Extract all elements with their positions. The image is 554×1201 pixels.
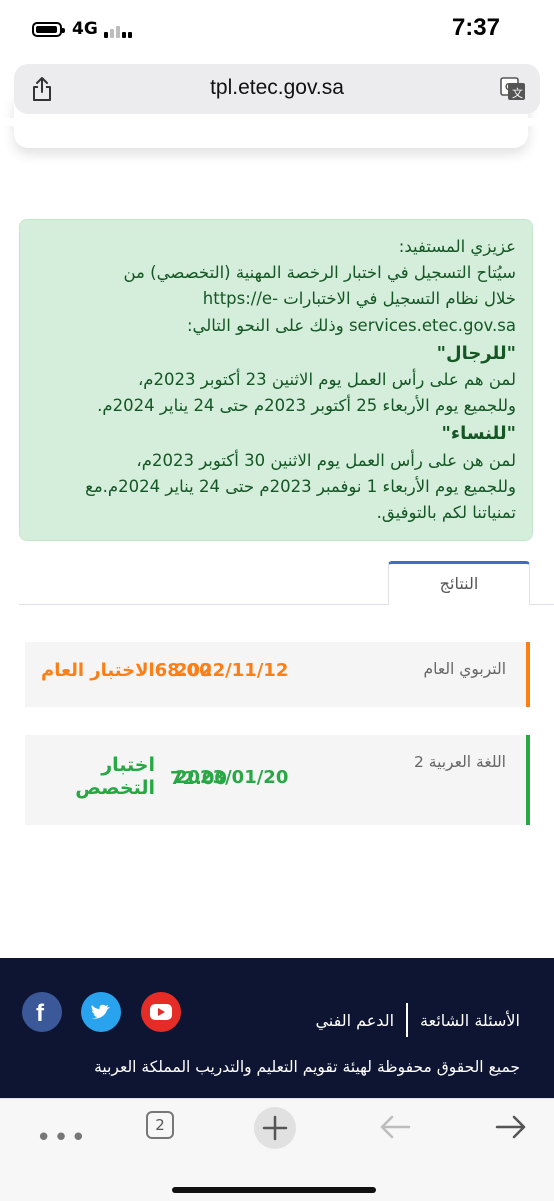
notice-text: services.etec.gov.sa وذلك على النحو التا… xyxy=(186,315,516,335)
result-score-value: 72.00 xyxy=(170,768,227,789)
tab-results[interactable]: النتائج xyxy=(388,561,530,605)
svg-text:f: f xyxy=(36,1000,45,1027)
notice-text: وللجميع يوم الأربعاء 1 نوفمبر 2023م حتى … xyxy=(85,476,516,496)
notice-greeting: عزيزي المستفيد: xyxy=(398,237,516,256)
result-subject: التربوي العام xyxy=(423,660,506,678)
home-indicator[interactable] xyxy=(172,1187,376,1193)
signal-icon xyxy=(104,22,134,38)
footer-links: الأسئلة الشائعة الدعم الفني xyxy=(315,1003,520,1037)
svg-text:文: 文 xyxy=(512,86,523,100)
notice-text: تمنياتنا لكم بالتوفيق. xyxy=(376,503,516,523)
browser-toolbar: ••• 2 xyxy=(0,1098,554,1201)
result-score: 68.00الاختبار العام xyxy=(41,660,212,681)
more-icon[interactable]: ••• xyxy=(36,1123,88,1153)
result-score-value: 68.00 xyxy=(154,660,212,681)
status-bar: 4G 7:37 xyxy=(0,0,554,62)
forward-icon[interactable] xyxy=(494,1113,528,1141)
registration-notice: عزيزي المستفيد: سيُتاح التسجيل في اختبار… xyxy=(19,219,533,541)
result-row[interactable]: اللغة العربية 2 2023/01/20 اختبار التخصص… xyxy=(25,735,530,825)
support-link[interactable]: الدعم الفني xyxy=(315,1011,394,1030)
share-icon[interactable] xyxy=(30,76,54,102)
notice-women-heading: "للنساء" xyxy=(441,423,517,445)
result-row[interactable]: التربوي العام 2022/11/12 68.00الاختبار ا… xyxy=(25,642,530,707)
new-tab-icon[interactable] xyxy=(254,1107,296,1149)
network-type: 4G xyxy=(72,19,98,39)
result-type: الاختبار العام xyxy=(41,660,155,681)
notice-text: سيُتاح التسجيل في اختبار الرخصة المهنية … xyxy=(123,263,516,283)
page-top-strip xyxy=(0,118,554,126)
battery-icon xyxy=(32,22,65,37)
clock: 7:37 xyxy=(451,14,500,41)
notice-men-heading: "للرجال" xyxy=(436,342,516,364)
url-text[interactable]: tpl.etec.gov.sa xyxy=(74,76,480,100)
translate-icon[interactable]: G 文 xyxy=(500,77,526,101)
notice-text: وللجميع يوم الأربعاء 25 أكتوبر 2023م حتى… xyxy=(97,396,516,416)
address-bar[interactable]: tpl.etec.gov.sa G 文 xyxy=(14,64,540,114)
footer-divider xyxy=(406,1003,409,1037)
result-type: اختبار التخصص xyxy=(75,754,155,799)
site-footer: f الأسئلة الشائعة الدعم الفني جميع الحقو… xyxy=(0,958,554,1098)
faq-link[interactable]: الأسئلة الشائعة xyxy=(420,1011,520,1030)
notice-text: لمن هم على رأس العمل يوم الاثنين 23 أكتو… xyxy=(137,370,516,390)
youtube-icon[interactable] xyxy=(141,992,181,1032)
copyright-text: جميع الحقوق محفوظة لهيئة تقويم التعليم و… xyxy=(94,1058,520,1076)
tab-count: 2 xyxy=(155,1116,165,1134)
back-icon[interactable] xyxy=(378,1113,412,1141)
facebook-icon[interactable]: f xyxy=(22,992,62,1032)
twitter-icon[interactable] xyxy=(81,992,121,1032)
tabs-icon[interactable]: 2 xyxy=(146,1111,174,1139)
notice-text: خلال نظام التسجيل في الاختبارات -https:/… xyxy=(202,289,516,309)
result-subject: اللغة العربية 2 xyxy=(413,753,506,771)
notice-text: لمن هن على رأس العمل يوم الاثنين 30 أكتو… xyxy=(136,450,516,470)
